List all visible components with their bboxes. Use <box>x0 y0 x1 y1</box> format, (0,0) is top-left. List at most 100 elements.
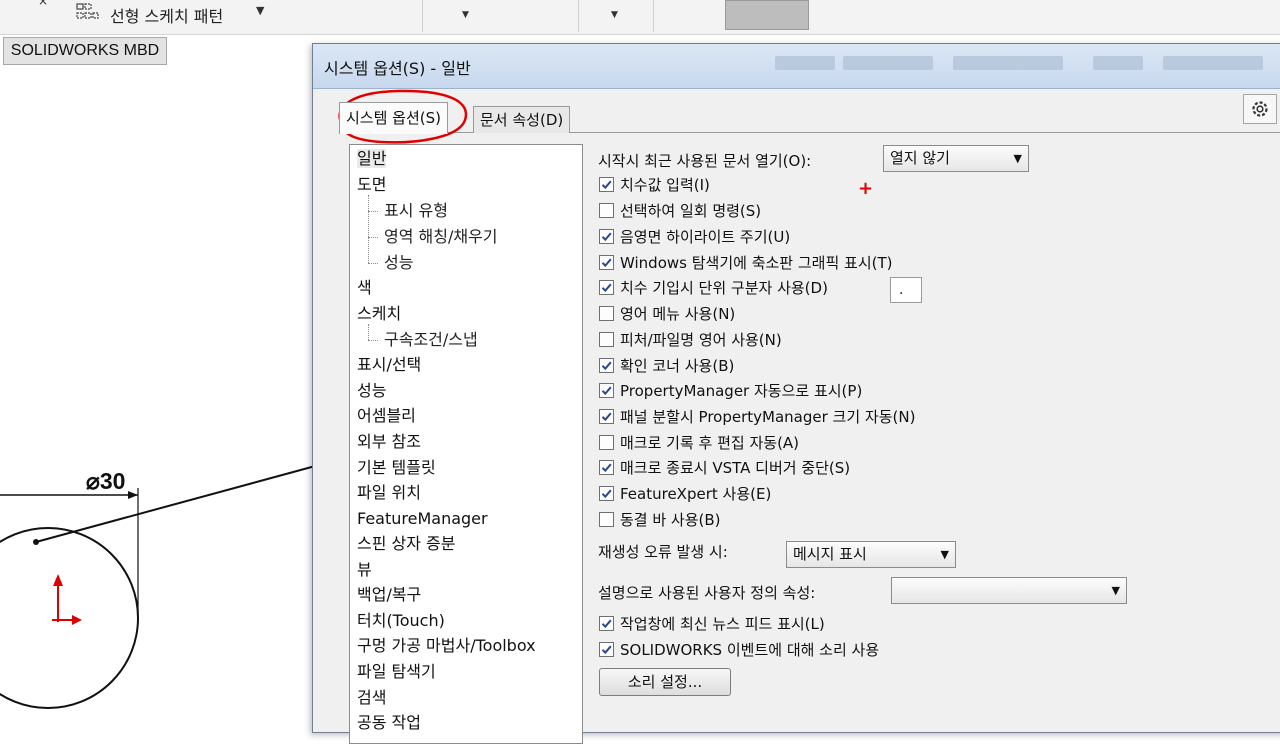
option-checkbox[interactable] <box>599 409 614 424</box>
option-checkbox[interactable] <box>599 358 614 373</box>
option-checkbox[interactable] <box>599 383 614 398</box>
open-recent-label: 시작시 최근 사용된 문서 열기(O): <box>598 152 812 170</box>
option-label: 동결 바 사용(B) <box>620 511 721 529</box>
titlebar-blur <box>953 56 1063 70</box>
red-marker: + <box>858 178 874 199</box>
tree-item-drawings[interactable]: 도면 <box>357 175 386 195</box>
tree-item-area-hatch[interactable]: 영역 해칭/채우기 <box>384 227 498 247</box>
tree-connector <box>368 263 378 264</box>
option-label: 피처/파일명 영어 사용(N) <box>620 331 782 349</box>
option-label: 확인 코너 사용(B) <box>620 357 735 375</box>
option-checkbox[interactable] <box>599 332 614 347</box>
check-icon <box>601 258 612 268</box>
option-checkbox[interactable] <box>599 435 614 450</box>
tree-item-display-style[interactable]: 표시 유형 <box>384 201 448 221</box>
sketch-point <box>33 539 39 545</box>
sound-events-checkbox[interactable] <box>599 642 614 657</box>
tree-item-assemblies[interactable]: 어셈블리 <box>357 406 416 426</box>
tree-item-default-templates[interactable]: 기본 템플릿 <box>357 458 436 478</box>
option-checkbox[interactable] <box>599 512 614 527</box>
tree-item-collaboration[interactable]: 공동 작업 <box>357 713 421 733</box>
check-icon <box>601 412 612 422</box>
dimension-arrow <box>128 491 138 499</box>
ribbon-active-button[interactable] <box>725 0 809 30</box>
gear-icon <box>1252 101 1268 117</box>
tree-item-relations-snaps[interactable]: 구속조건/스냅 <box>384 330 478 350</box>
options-tree[interactable]: 일반 도면 표시 유형 영역 해칭/채우기 성능 색 스케치 구속조건/스냅 표… <box>349 144 583 744</box>
tree-item-touch[interactable]: 터치(Touch) <box>357 611 445 631</box>
option-label: 매크로 종료시 VSTA 디버거 중단(S) <box>620 459 851 477</box>
tree-item-performance[interactable]: 성능 <box>357 381 386 401</box>
tree-connector <box>368 211 378 212</box>
sound-events-label: SOLIDWORKS 이벤트에 대해 소리 사용 <box>620 641 880 659</box>
options-settings-button[interactable] <box>1243 94 1277 124</box>
linear-sketch-pattern-button[interactable]: 선형 스케치 패턴 <box>110 3 223 27</box>
tree-item-external-references[interactable]: 외부 참조 <box>357 432 421 452</box>
titlebar-blur <box>775 56 835 70</box>
titlebar-blur <box>843 56 933 70</box>
option-checkbox[interactable] <box>599 306 614 321</box>
option-label: 영어 메뉴 사용(N) <box>620 305 736 323</box>
close-icon[interactable]: × <box>38 0 48 8</box>
rebuild-error-select[interactable]: 메시지 표시 ▼ <box>786 541 956 568</box>
news-feed-checkbox[interactable] <box>599 616 614 631</box>
tree-connector <box>368 340 378 341</box>
tree-connector <box>368 324 369 340</box>
tab-solidworks-mbd[interactable]: SOLIDWORKS MBD <box>3 37 167 65</box>
system-options-dialog: 시스템 옵션(S) - 일반 시스템 옵션(S) 문서 속성(D) + 일반 도… <box>312 43 1280 744</box>
chevron-down-icon[interactable]: ▼ <box>256 4 264 17</box>
option-checkbox[interactable] <box>599 229 614 244</box>
open-recent-select[interactable]: 열지 않기 ▼ <box>883 145 1029 172</box>
tab-system-options[interactable]: 시스템 옵션(S) <box>339 102 448 134</box>
tree-item-file-locations[interactable]: 파일 위치 <box>357 483 421 503</box>
tree-connector <box>368 195 369 263</box>
check-icon <box>601 386 612 396</box>
titlebar-blur <box>1163 56 1263 70</box>
tree-item-file-explorer[interactable]: 파일 탐색기 <box>357 662 436 682</box>
option-checkbox[interactable] <box>599 280 614 295</box>
titlebar-blur <box>1093 56 1143 70</box>
option-label: 패널 분할시 PropertyManager 크기 자동(N) <box>620 408 916 426</box>
sound-settings-button[interactable]: 소리 설정... <box>599 668 731 696</box>
chevron-down-icon[interactable]: ▼ <box>462 10 469 20</box>
check-icon <box>601 361 612 371</box>
ribbon-separator <box>653 0 654 32</box>
linear-sketch-pattern-icon[interactable] <box>76 2 100 24</box>
option-checkbox[interactable] <box>599 255 614 270</box>
check-icon <box>601 180 612 190</box>
tree-item-spin-box-increments[interactable]: 스핀 상자 증분 <box>357 534 456 554</box>
tree-item-featuremanager[interactable]: FeatureManager <box>357 509 488 529</box>
diameter-dimension[interactable]: ⌀30 <box>86 468 125 495</box>
check-icon <box>601 489 612 499</box>
tree-item-sketch[interactable]: 스케치 <box>357 304 401 324</box>
tree-item-view[interactable]: 뷰 <box>357 560 372 580</box>
dimension-leader-line <box>35 461 331 543</box>
chevron-down-icon: ▼ <box>1013 152 1022 165</box>
tree-item-display-selection[interactable]: 표시/선택 <box>357 355 421 375</box>
custom-property-label: 설명으로 사용된 사용자 정의 속성: <box>598 584 816 602</box>
ribbon-separator <box>578 0 579 32</box>
tree-item-colors[interactable]: 색 <box>357 278 372 298</box>
option-checkbox[interactable] <box>599 460 614 475</box>
check-icon <box>601 232 612 242</box>
option-label: 음영면 하이라이트 주기(U) <box>620 228 791 246</box>
check-icon <box>601 283 612 293</box>
dialog-titlebar[interactable]: 시스템 옵션(S) - 일반 <box>313 44 1280 89</box>
unit-separator-input[interactable]: . <box>890 277 922 303</box>
tree-item-backup-recover[interactable]: 백업/복구 <box>357 585 421 605</box>
tree-item-general[interactable]: 일반 <box>357 149 387 169</box>
tree-item-drawing-performance[interactable]: 성능 <box>384 253 413 273</box>
custom-property-select[interactable]: ▼ <box>891 577 1127 604</box>
chevron-down-icon: ▼ <box>1111 584 1120 597</box>
tree-item-hole-wizard-toolbox[interactable]: 구멍 가공 마법사/Toolbox <box>357 636 536 656</box>
chevron-down-icon[interactable]: ▼ <box>611 10 618 20</box>
option-label: Windows 탐색기에 축소판 그래픽 표시(T) <box>620 254 893 272</box>
tab-document-properties[interactable]: 문서 속성(D) <box>473 106 571 133</box>
ribbon-toolbar: × 선형 스케치 패턴 ▼ ▼ ▼ <box>0 0 1280 35</box>
tree-item-search[interactable]: 검색 <box>357 688 386 708</box>
option-checkbox[interactable] <box>599 486 614 501</box>
ribbon-separator <box>422 0 423 32</box>
option-checkbox[interactable] <box>599 203 614 218</box>
option-checkbox[interactable] <box>599 177 614 192</box>
origin-arrow-up <box>53 574 63 586</box>
